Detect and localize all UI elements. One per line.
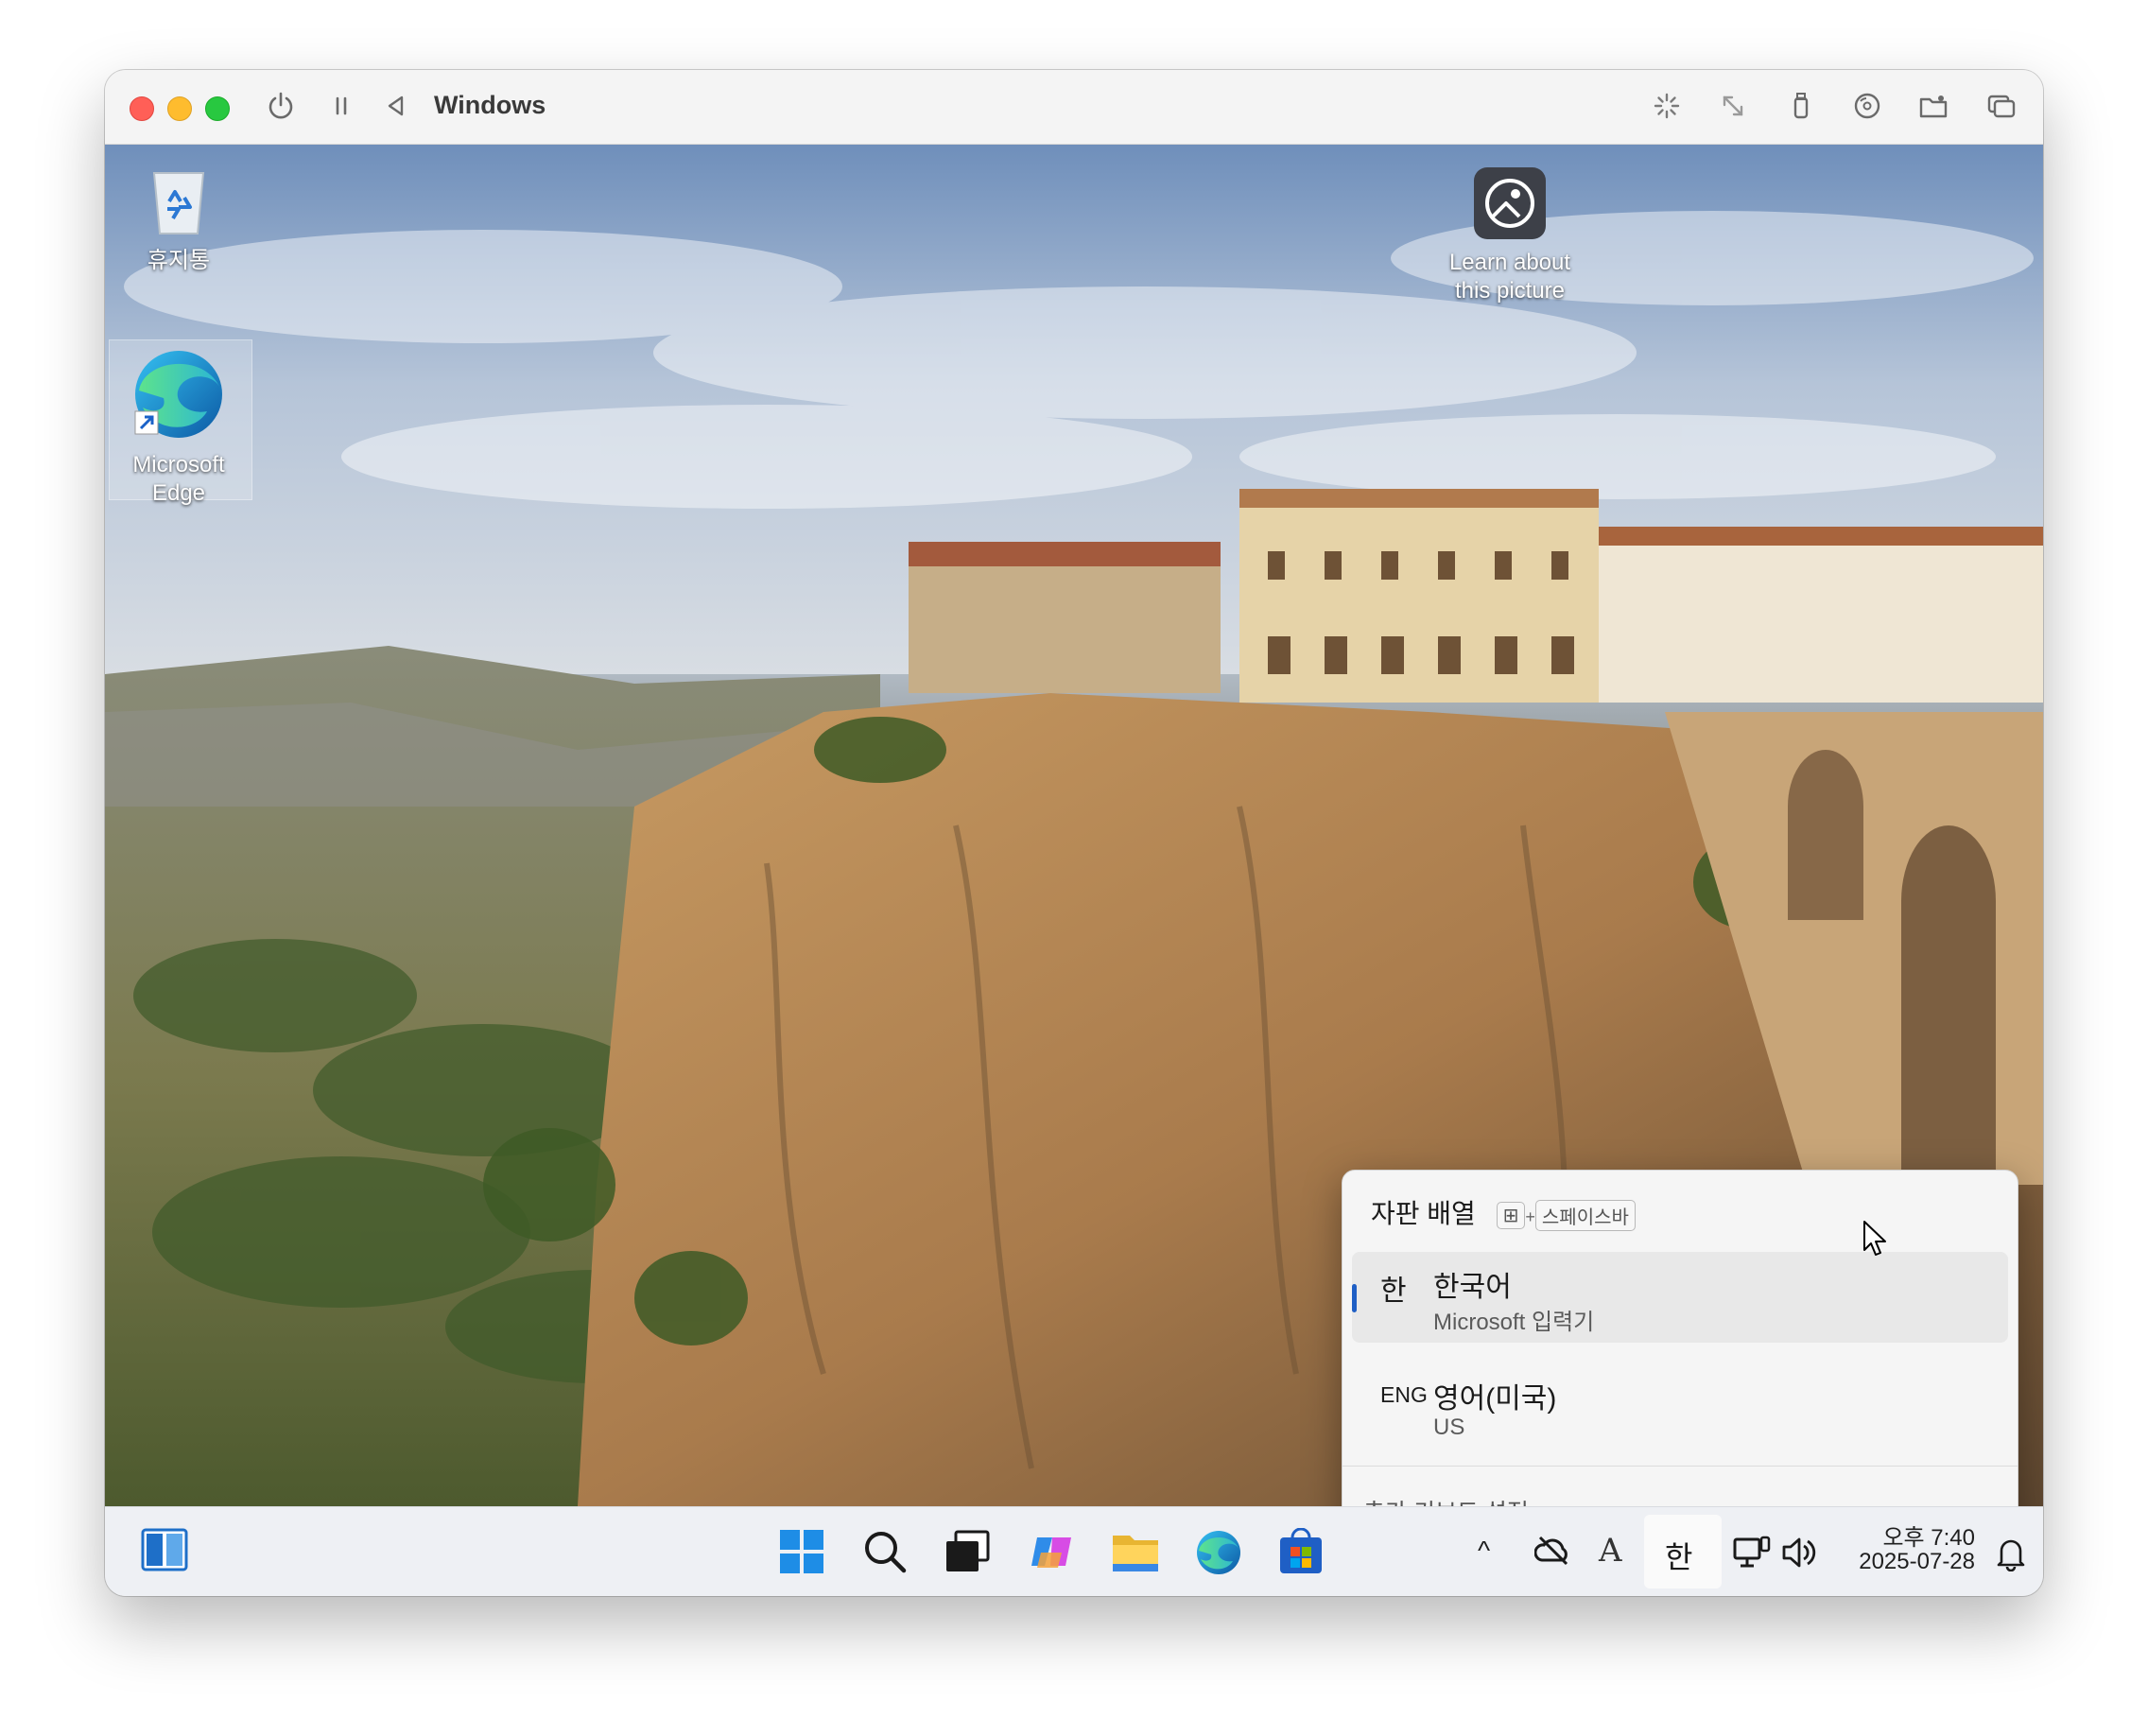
close-window-button[interactable] (130, 96, 154, 121)
windows-icon[interactable] (1984, 89, 2018, 123)
clock-date[interactable]: 2025-07-28 (1833, 1549, 1975, 1575)
volume-icon[interactable] (1780, 1536, 1818, 1574)
vm-window: Windows 휴지통 Microsoft Edge Learn about t… (105, 70, 2043, 1596)
disc-icon[interactable] (1850, 89, 1884, 123)
shared-folder-icon[interactable] (1916, 89, 1950, 123)
ime-short-label: ENG (1380, 1382, 1428, 1407)
minimize-window-button[interactable] (167, 96, 192, 121)
notification-bell-icon[interactable] (1994, 1536, 2028, 1576)
power-icon[interactable] (264, 89, 298, 123)
keyboard-layout-title: 자판 배열 (1371, 1199, 1476, 1228)
network-icon[interactable] (1733, 1536, 1771, 1574)
ime-item-korean[interactable]: 한 한국어 Microsoft 입력기 (1352, 1252, 2008, 1343)
edge-app-icon (134, 351, 222, 438)
ime-language-name: 한국어 (1433, 1272, 1512, 1303)
keyboard-layout-header: 자판 배열 ⊞ + 스페이스바 (1371, 1193, 1636, 1232)
show-hidden-icons-chevron[interactable]: ^ (1478, 1536, 1490, 1566)
edge-label-line2: Edge (151, 480, 206, 506)
pause-icon[interactable] (324, 89, 358, 123)
mouse-cursor-icon (1863, 1221, 1886, 1256)
task-view-icon[interactable] (944, 1530, 990, 1578)
brightness-icon[interactable] (1650, 89, 1684, 123)
search-icon[interactable] (861, 1528, 909, 1580)
onedrive-offline-icon[interactable] (1533, 1534, 1572, 1572)
learn-picture-label-line1: Learn about (1448, 250, 1571, 275)
desktop[interactable]: 휴지통 Microsoft Edge Learn about this pict… (105, 145, 2043, 1506)
widgets-icon[interactable] (141, 1528, 188, 1576)
copilot-icon[interactable] (1028, 1528, 1077, 1580)
selected-indicator (1352, 1284, 1357, 1312)
ime-mode-button[interactable]: 한 (1644, 1515, 1722, 1588)
store-icon[interactable] (1277, 1527, 1325, 1580)
recycle-bin-label: 휴지통 (147, 248, 211, 273)
learn-picture-label-line2: this picture (1454, 278, 1566, 304)
learn-about-picture-shortcut[interactable]: Learn about this picture (1434, 165, 1585, 305)
ime-input-method: Microsoft 입력기 (1433, 1310, 1595, 1335)
shortcut-plus: + (1525, 1207, 1535, 1226)
ime-language-name: 영어(미국) (1433, 1383, 1557, 1415)
maximize-window-button[interactable] (205, 96, 230, 121)
clock-time[interactable]: 오후 7:40 (1852, 1519, 1975, 1552)
taskbar: ^ A 한 오후 7:40 2025-07-28 (105, 1506, 2043, 1596)
resize-icon[interactable] (1716, 89, 1750, 123)
spotlight-camera-icon (1474, 167, 1546, 239)
start-icon[interactable] (778, 1528, 825, 1580)
divider (1342, 1466, 2018, 1467)
ime-item-english[interactable]: ENG 영어(미국) US (1352, 1363, 2008, 1454)
recycle-bin-shortcut[interactable]: 휴지통 (116, 160, 241, 275)
keyboard-layout-flyout: 자판 배열 ⊞ + 스페이스바 한 한국어 Microsoft 입력기 ENG 영어… (1342, 1170, 2018, 1506)
shortcut-hint: ⊞ + 스페이스바 (1496, 1199, 1636, 1232)
windows-key-badge: ⊞ (1496, 1202, 1526, 1230)
edge-icon[interactable] (1194, 1528, 1243, 1582)
edge-label-line1: Microsoft (132, 452, 225, 477)
microsoft-edge-shortcut[interactable]: Microsoft Edge (116, 345, 241, 508)
more-keyboard-settings-link[interactable]: 추가 키보드 설정 (1363, 1494, 1529, 1506)
back-icon[interactable] (379, 89, 413, 123)
recycle-bin-icon (152, 172, 205, 234)
usb-icon[interactable] (1784, 89, 1818, 123)
font-mode-indicator[interactable]: A (1599, 1532, 1622, 1570)
ime-input-method: US (1433, 1415, 1465, 1440)
ime-short-label: 한 (1380, 1276, 1407, 1307)
file-explorer-icon[interactable] (1111, 1530, 1160, 1578)
title-bar: Windows (105, 70, 2043, 145)
window-title: Windows (434, 91, 546, 119)
spacebar-key-badge: 스페이스바 (1534, 1200, 1636, 1232)
ime-mode-label: 한 (1665, 1540, 1693, 1574)
